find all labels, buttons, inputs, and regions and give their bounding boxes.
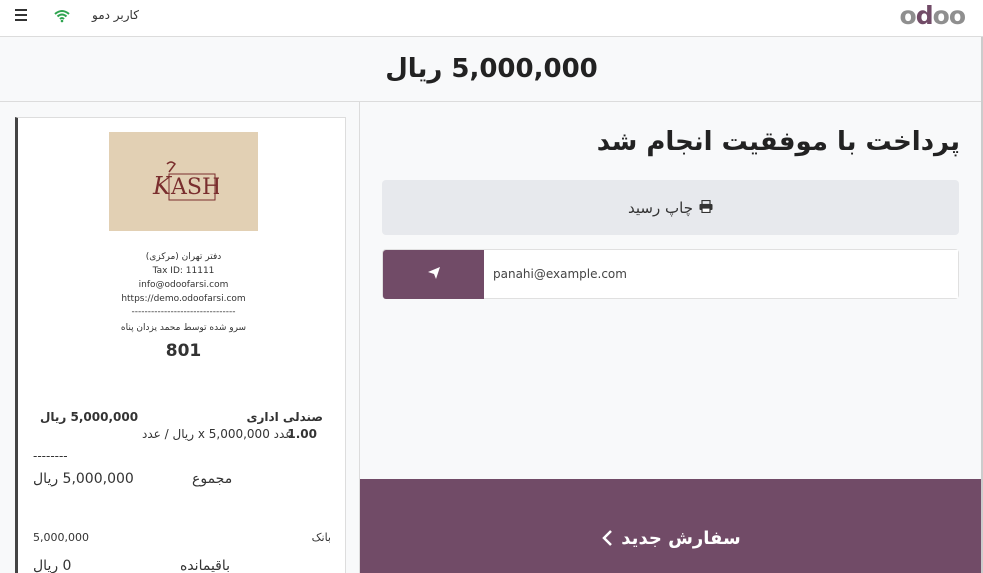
quantity-detail: عدد 5,000,000 x ریال / عدد [142, 427, 293, 441]
new-order-label: سفارش جدید [621, 528, 741, 549]
print-receipt-label: چاپ رسید [628, 198, 693, 217]
served-by: سرو شده توسط محمد یزدان پناه [120, 323, 247, 333]
hamburger-menu-icon[interactable] [15, 9, 27, 23]
send-email-button[interactable] [383, 250, 484, 299]
receipt-panel: K ASH دفتر تهران (مرکزی) Tax ID: 11111 i… [0, 102, 360, 573]
product-price: 5,000,000 ریال [40, 410, 139, 424]
tax-id: Tax ID: 11111 [152, 266, 215, 276]
svg-text:K: K [152, 172, 173, 200]
print-receipt-button[interactable]: چاپ رسید [382, 180, 959, 235]
payment-method: بانک [311, 531, 331, 544]
company-branch: دفتر تهران (مرکزی) [145, 252, 222, 262]
receipt-separator: -------------------------------- [131, 307, 236, 317]
email-receipt-row [382, 249, 959, 299]
amount-header: 5,000,000 ریال [0, 37, 983, 102]
payment-value: 5,000,000 [33, 531, 89, 544]
product-name: صندلی اداری [246, 410, 323, 424]
total-label: مجموع [192, 471, 233, 487]
odoo-logo: odoo [899, 1, 966, 30]
company-logo: K ASH [109, 132, 258, 231]
total-value: 5,000,000 ریال [33, 471, 134, 487]
svg-text:ASH: ASH [170, 175, 219, 200]
company-email: info@odoofarsi.com [138, 280, 229, 290]
change-value: 0 ریال [33, 558, 72, 573]
wifi-icon[interactable] [54, 8, 70, 24]
total-separator: -------- [33, 449, 68, 463]
email-input[interactable] [484, 250, 958, 298]
payment-success-title: پرداخت با موفقیت انجام شد [596, 127, 960, 157]
cashier-name[interactable]: کاربر دمو [92, 8, 139, 22]
paper-plane-icon [427, 265, 441, 284]
amount-due: 5,000,000 ریال [385, 54, 598, 84]
chevron-left-icon [601, 528, 613, 549]
order-number: 801 [165, 341, 202, 361]
new-order-button[interactable]: سفارش جدید [360, 479, 982, 573]
receipt: K ASH دفتر تهران (مرکزی) Tax ID: 11111 i… [15, 117, 346, 573]
change-label: باقیمانده [180, 558, 231, 573]
company-website: https://demo.odoofarsi.com [121, 294, 246, 304]
printer-icon [699, 199, 713, 217]
top-bar: کاربر دمو odoo [0, 0, 983, 37]
